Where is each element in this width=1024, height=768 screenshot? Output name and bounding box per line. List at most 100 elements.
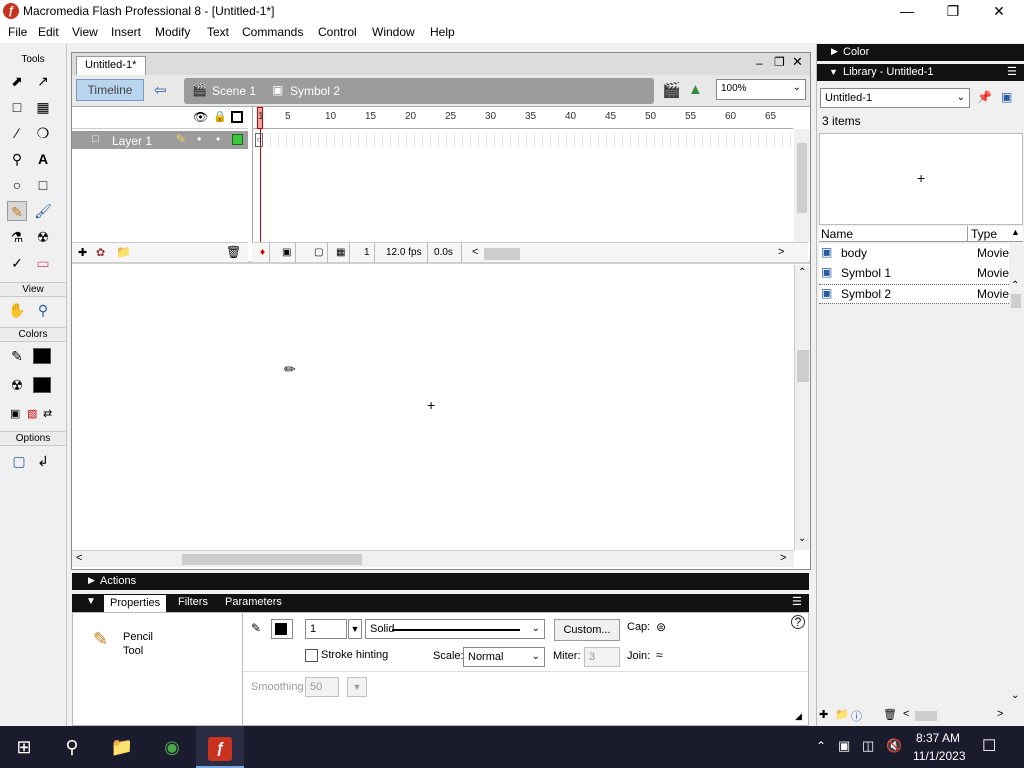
fill-transform-tool-icon[interactable]: ▦ — [33, 97, 53, 117]
oval-tool-icon[interactable]: ○ — [7, 175, 27, 195]
stage-hscroll[interactable]: < > — [72, 550, 794, 567]
col-name[interactable]: Name — [821, 227, 853, 241]
resize-grip-icon[interactable]: ◢ — [795, 711, 802, 722]
list-item[interactable]: ▣ body Movie — [819, 244, 1009, 264]
flash-taskbar-icon[interactable]: ƒ — [196, 726, 244, 768]
stroke-hinting-checkbox[interactable] — [305, 649, 318, 662]
lasso-tool-icon[interactable]: ❍ — [33, 123, 53, 143]
text-tool-icon[interactable]: A — [33, 149, 53, 169]
edit-symbols-icon[interactable]: ▲ — [688, 81, 703, 98]
rectangle-tool-icon[interactable]: □ — [33, 175, 53, 195]
scroll-thumb[interactable] — [797, 350, 809, 382]
new-folder-icon[interactable]: 📁 — [835, 708, 849, 721]
chevron-right-icon[interactable]: > — [997, 708, 1003, 720]
trash-icon[interactable]: 🗑 — [226, 245, 241, 259]
doc-minimize-icon[interactable]: – — [756, 56, 763, 70]
menu-view[interactable]: View — [72, 25, 98, 39]
windows-start-icon[interactable]: ⊞ — [0, 726, 48, 768]
menu-control[interactable]: Control — [318, 25, 357, 39]
insert-folder-icon[interactable]: 📁 — [116, 245, 131, 259]
chevron-right-icon[interactable]: > — [778, 246, 784, 258]
swap-colors-icon[interactable]: ⇄ — [43, 407, 52, 420]
center-frame-icon[interactable]: ♦ — [256, 243, 271, 263]
menu-help[interactable]: Help — [430, 25, 455, 39]
scroll-thumb[interactable] — [182, 554, 362, 565]
frame-ruler[interactable]: 1 5 10 15 20 25 30 35 40 45 50 55 60 65 — [253, 107, 793, 129]
keyframe-icon[interactable]: ○ — [255, 133, 263, 147]
minimize-icon[interactable]: — — [884, 0, 930, 22]
stroke-width-input[interactable]: 1 — [305, 619, 347, 639]
menu-file[interactable]: File — [8, 25, 27, 39]
onion-outline-icon[interactable]: ▢ — [310, 243, 329, 263]
menu-modify[interactable]: Modify — [155, 25, 190, 39]
pencil-tool-icon[interactable]: ✎ — [7, 201, 27, 221]
list-item[interactable]: ▣ Symbol 1 Movie — [819, 264, 1009, 284]
scroll-thumb[interactable] — [797, 143, 807, 213]
back-arrow-icon[interactable]: ⇦ — [154, 81, 167, 99]
actions-panel-header[interactable]: ▶ Actions — [72, 573, 809, 590]
collapse-arrow-icon[interactable]: ▼ — [86, 596, 96, 607]
panel-menu-icon[interactable]: ☰ — [792, 595, 802, 608]
scroll-thumb[interactable] — [1011, 294, 1021, 308]
new-library-panel-icon[interactable]: ▣ — [1001, 90, 1012, 104]
new-symbol-icon[interactable]: ✚ — [819, 708, 828, 721]
notification-tray-icon[interactable]: ▣ — [838, 738, 850, 754]
onion-skin-icon[interactable]: ▣ — [278, 243, 297, 263]
chevron-down-icon[interactable]: ▼ — [347, 677, 367, 697]
eyedropper-tool-icon[interactable]: ✓ — [7, 253, 27, 273]
scale-select[interactable]: Normal ⌄ — [463, 647, 545, 667]
stage-vscroll[interactable]: ⌃ ⌄ — [794, 265, 810, 550]
breadcrumb-scene[interactable]: Scene 1 — [212, 84, 256, 98]
chevron-up-icon[interactable]: ⌃ — [1011, 280, 1019, 291]
chevron-right-icon[interactable]: > — [780, 552, 786, 564]
panel-menu-icon[interactable]: ☰ — [1007, 65, 1017, 78]
volume-muted-icon[interactable]: 🔇 — [886, 738, 902, 754]
menu-insert[interactable]: Insert — [111, 25, 141, 39]
timeline-hscroll-thumb[interactable] — [484, 248, 520, 260]
properties-icon[interactable]: ⓘ — [851, 708, 862, 724]
timeline-vscroll[interactable] — [794, 129, 810, 242]
timeline-toggle-button[interactable]: Timeline — [76, 79, 144, 101]
add-motion-guide-icon[interactable]: ✿ — [96, 246, 105, 259]
tab-filters[interactable]: Filters — [178, 596, 208, 608]
fill-color-swatch[interactable] — [33, 377, 51, 393]
trash-icon[interactable]: 🗑 — [883, 708, 897, 721]
edit-scene-icon[interactable]: 🎬 — [662, 81, 681, 99]
free-transform-tool-icon[interactable]: □ — [7, 97, 27, 117]
col-type[interactable]: Type — [971, 227, 997, 241]
visibility-dot-icon[interactable]: • — [197, 132, 201, 146]
library-vscroll[interactable]: ⌃ ⌄ — [1009, 244, 1023, 704]
pin-library-icon[interactable]: 📌 — [977, 90, 992, 104]
paint-bucket-tool-icon[interactable]: ☢ — [33, 227, 53, 247]
line-tool-icon[interactable]: ∕ — [7, 123, 27, 143]
smoothing-input[interactable]: 50 — [305, 677, 339, 697]
chevron-up-icon[interactable]: ⌃ — [816, 739, 826, 753]
eraser-tool-icon[interactable]: ▭ — [33, 253, 53, 273]
eye-icon[interactable]: 👁 — [193, 110, 208, 124]
ink-bottle-tool-icon[interactable]: ⚗ — [7, 227, 27, 247]
breadcrumb-symbol[interactable]: Symbol 2 — [290, 84, 340, 98]
menu-text[interactable]: Text — [207, 25, 229, 39]
doc-restore-icon[interactable]: ❐ — [774, 55, 785, 69]
lock-icon[interactable]: 🔒 — [213, 110, 227, 123]
clock-time[interactable]: 8:37 AM — [916, 731, 960, 745]
chevron-left-icon[interactable]: < — [76, 552, 82, 564]
doc-close-icon[interactable]: ✕ — [792, 54, 803, 70]
zoom-tool-icon[interactable]: ⚲ — [33, 300, 53, 320]
hand-tool-icon[interactable]: ✋ — [7, 300, 27, 320]
chevron-left-icon[interactable]: < — [903, 708, 909, 720]
layer-name[interactable]: Layer 1 — [112, 134, 152, 148]
scroll-thumb[interactable] — [915, 711, 937, 721]
document-tab[interactable]: Untitled-1* — [76, 56, 146, 75]
chevron-up-icon[interactable]: ⌃ — [798, 267, 806, 278]
frames-area[interactable]: 1 5 10 15 20 25 30 35 40 45 50 55 60 65 … — [252, 107, 794, 242]
chevron-left-icon[interactable]: < — [472, 246, 478, 258]
menu-edit[interactable]: Edit — [38, 25, 59, 39]
help-icon[interactable]: ? — [791, 615, 805, 629]
maximize-icon[interactable]: ❐ — [930, 0, 976, 22]
stage[interactable]: ✏ + — [72, 265, 794, 550]
pencil-mode-icon[interactable]: ↲ — [33, 451, 53, 471]
tab-properties[interactable]: Properties — [104, 595, 167, 612]
chevron-down-icon[interactable]: ⌄ — [798, 533, 806, 544]
layer-color-swatch[interactable] — [232, 134, 243, 145]
